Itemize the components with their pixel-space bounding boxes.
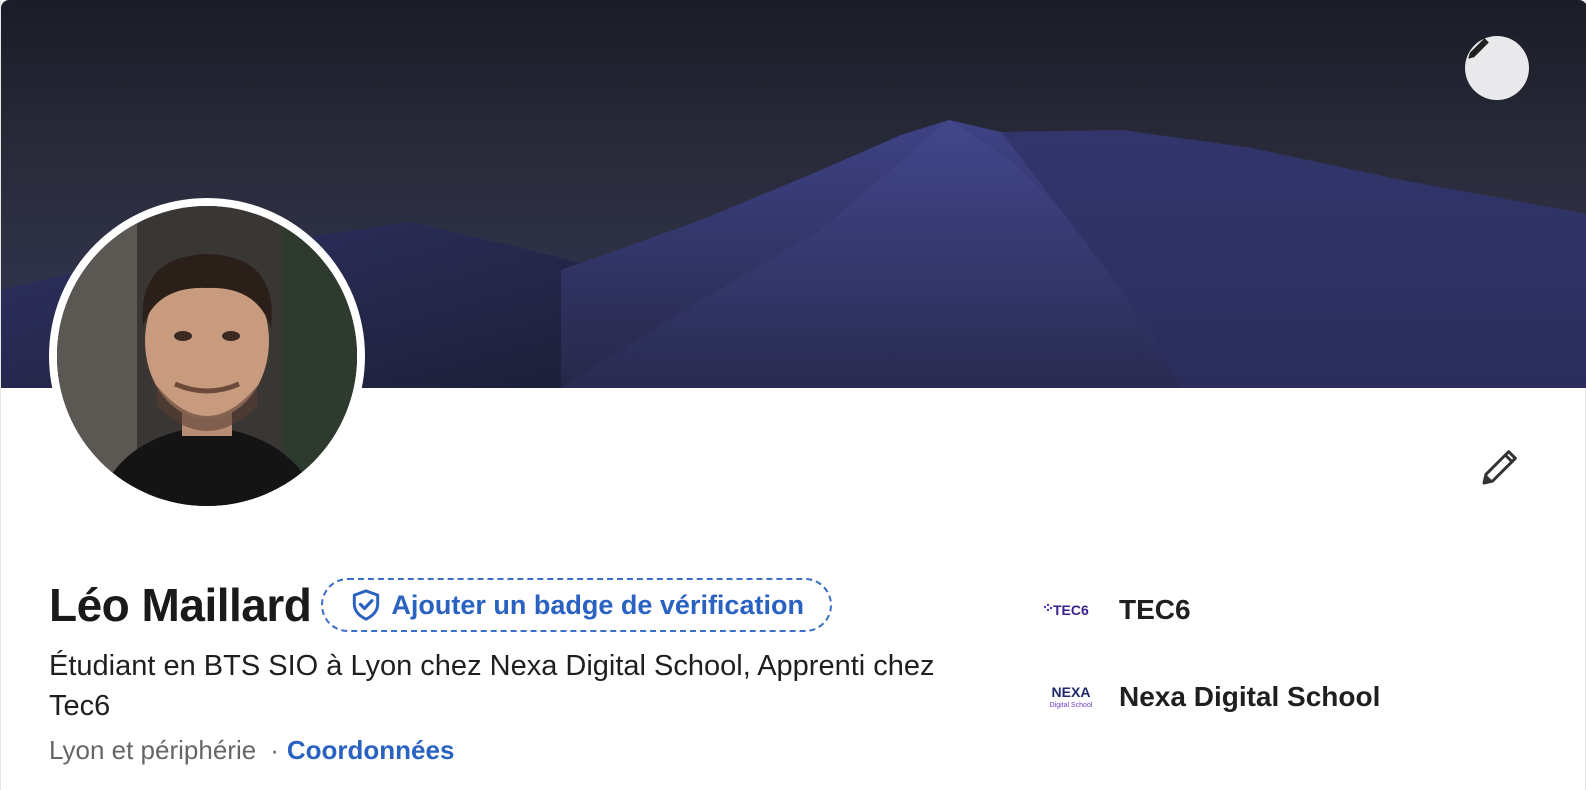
org-name: Nexa Digital School bbox=[1119, 681, 1381, 712]
tec6-logo: TEC6 bbox=[1041, 590, 1101, 630]
avatar-image bbox=[57, 206, 357, 506]
person-portrait-image bbox=[57, 206, 357, 506]
verify-badge-label: Ajouter un badge de vérification bbox=[391, 589, 804, 620]
profile-card: Léo Maillard Ajouter un badge de vérific… bbox=[0, 0, 1586, 790]
svg-text:Digital School: Digital School bbox=[1050, 702, 1093, 709]
tec6-logo-icon: TEC6 bbox=[1043, 602, 1089, 618]
add-verification-badge-button[interactable]: Ajouter un badge de vérification bbox=[321, 578, 832, 632]
svg-text:NEXA: NEXA bbox=[1052, 684, 1091, 700]
pencil-icon bbox=[1482, 450, 1517, 485]
profile-name: Léo Maillard bbox=[49, 579, 312, 631]
name-row: Léo Maillard Ajouter un badge de vérific… bbox=[49, 578, 832, 632]
profile-photo[interactable] bbox=[49, 198, 365, 514]
svg-text:TEC6: TEC6 bbox=[1053, 602, 1089, 618]
pencil-icon bbox=[1468, 38, 1489, 59]
edit-banner-button[interactable] bbox=[1465, 36, 1529, 100]
contact-info-link[interactable]: Coordonnées bbox=[287, 732, 455, 768]
profile-headline: Étudiant en BTS SIO à Lyon chez Nexa Dig… bbox=[49, 650, 935, 722]
org-name: TEC6 bbox=[1119, 594, 1191, 625]
org-item-nexa[interactable]: NEXA Digital School Nexa Digital School bbox=[1041, 677, 1381, 717]
nexa-logo-icon: NEXA Digital School bbox=[1050, 684, 1093, 709]
org-item-tec6[interactable]: TEC6 TEC6 bbox=[1041, 590, 1191, 630]
profile-location: Lyon et périphérie bbox=[49, 735, 257, 765]
separator-dot: · bbox=[270, 735, 279, 765]
shield-check-icon bbox=[353, 589, 380, 621]
edit-intro-button[interactable] bbox=[1471, 440, 1527, 496]
nexa-logo: NEXA Digital School bbox=[1041, 677, 1101, 717]
location-row: Lyon et périphérie · Coordonnées bbox=[49, 732, 454, 768]
